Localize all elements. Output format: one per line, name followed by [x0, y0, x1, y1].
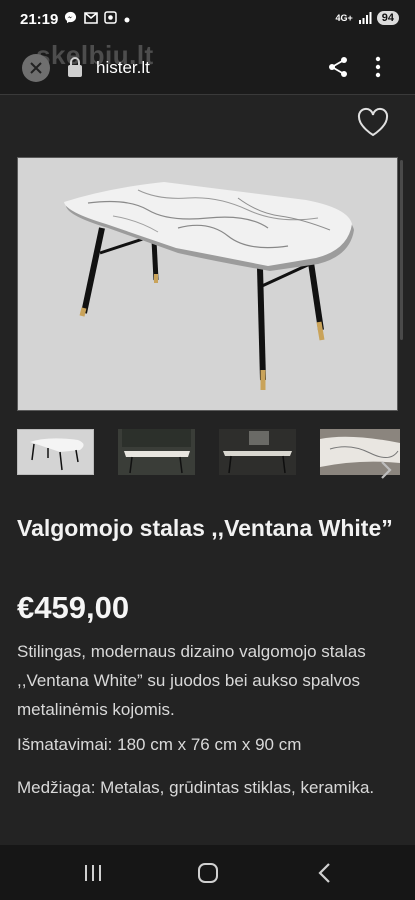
product-description: Stilingas, modernaus dizaino valgomojo s… [17, 642, 366, 719]
share-icon[interactable] [327, 56, 349, 78]
close-button[interactable] [22, 54, 50, 82]
favorite-heart-icon[interactable] [356, 106, 390, 138]
gmail-icon [83, 12, 98, 24]
status-icons-right: 4G+ 94 [335, 11, 399, 25]
thumbnail-3[interactable] [219, 429, 296, 475]
home-icon[interactable] [197, 862, 219, 884]
screenshot-icon [104, 11, 117, 24]
product-main-image[interactable] [17, 157, 398, 411]
more-vert-icon[interactable] [368, 55, 388, 79]
close-icon [30, 62, 42, 74]
notification-icons [64, 11, 130, 26]
scroll-indicator [400, 160, 403, 340]
status-bar: 21:19 4G+ 94 [0, 0, 415, 40]
product-material: Medžiaga: Metalas, grūdintas stiklas, ke… [17, 778, 375, 797]
status-time: 21:19 [20, 11, 59, 28]
messenger-icon [64, 11, 77, 24]
browser-toolbar: skelbiu.lt hister.lt [0, 40, 415, 95]
product-title: Valgomojo stalas ,,Ventana White” [17, 515, 393, 541]
thumbnail-2[interactable] [118, 429, 195, 475]
thumbnail-1[interactable] [17, 429, 94, 475]
signal-icon [358, 12, 372, 24]
recents-icon[interactable] [82, 863, 104, 883]
battery-level: 94 [376, 11, 399, 25]
chevron-right-icon[interactable] [377, 459, 395, 481]
thumbnail-strip [17, 429, 407, 477]
system-nav-bar [0, 845, 415, 900]
lock-icon [68, 57, 82, 77]
url-text[interactable]: hister.lt [96, 58, 150, 78]
product-dimensions: Išmatavimai: 180 cm x 76 cm x 90 cm [17, 735, 302, 754]
back-icon[interactable] [314, 861, 336, 885]
network-type: 4G+ [335, 13, 353, 23]
table-illustration [18, 158, 397, 410]
product-price: €459,00 [17, 590, 130, 625]
dot-icon [124, 17, 130, 23]
